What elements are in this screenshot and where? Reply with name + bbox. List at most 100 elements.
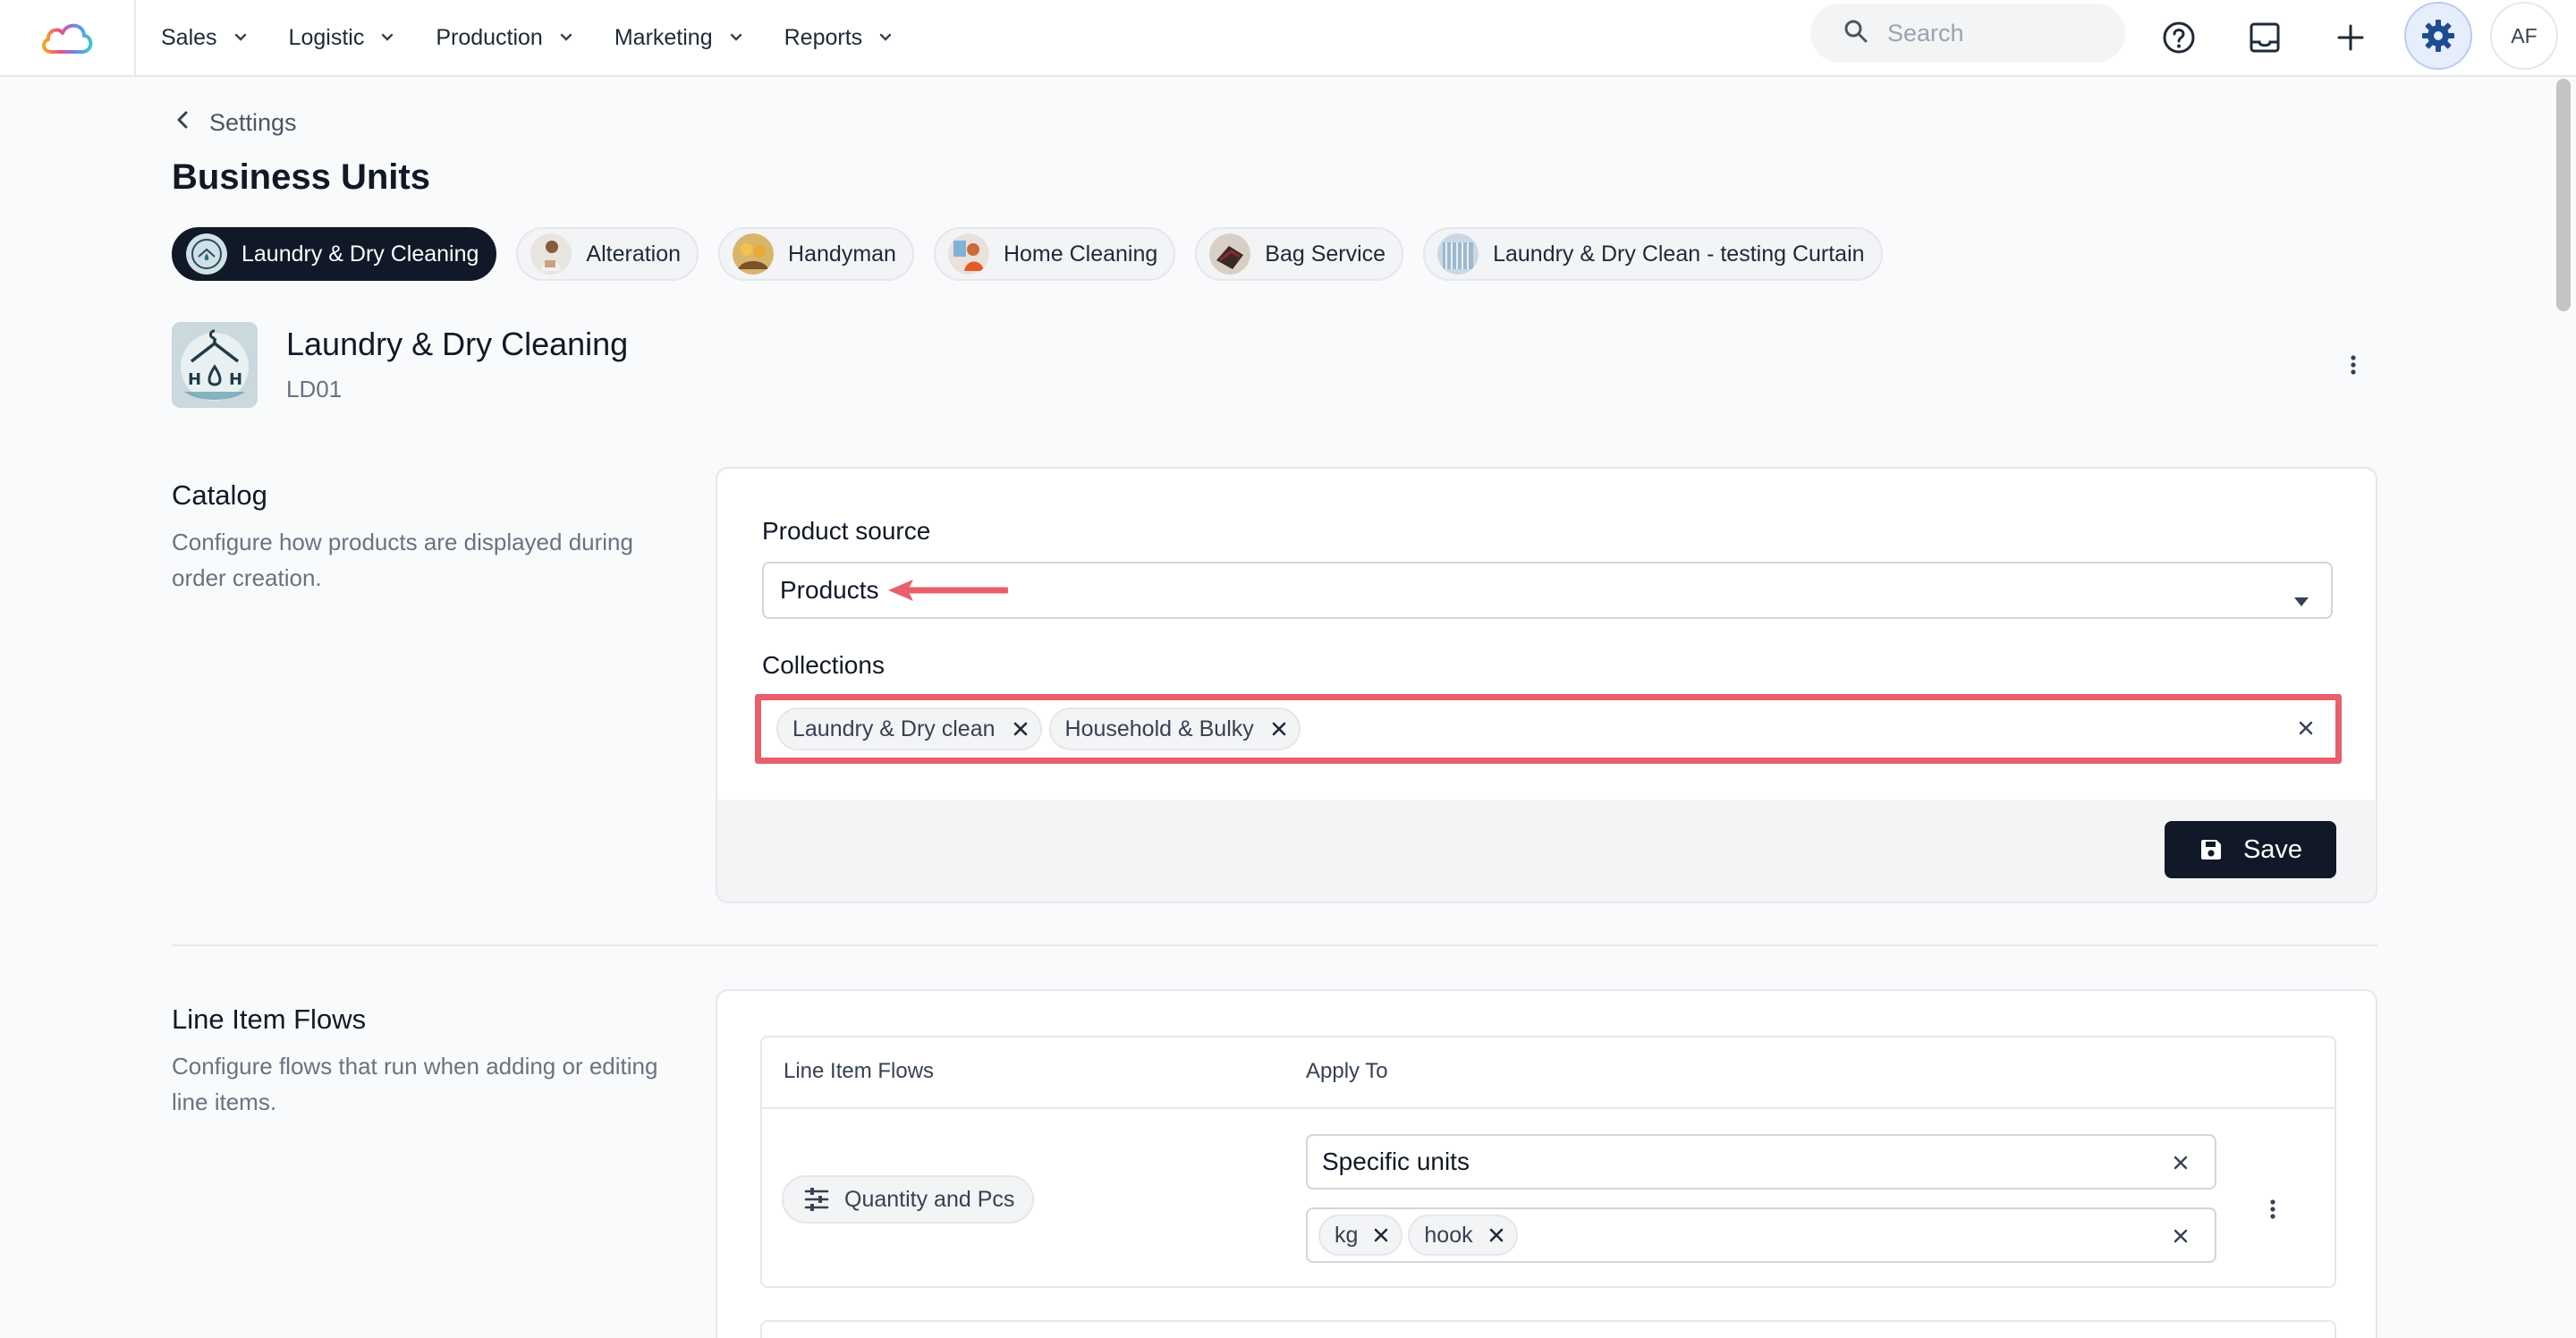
- search-input[interactable]: [1887, 19, 2102, 47]
- handyman-unit-avatar: [733, 233, 775, 275]
- bag-service-unit-avatar: [1209, 233, 1251, 275]
- remove-chip-icon[interactable]: [1270, 720, 1288, 738]
- unit-tab-label: Home Cleaning: [1003, 241, 1158, 267]
- business-unit-name: Laundry & Dry Cleaning: [286, 326, 629, 362]
- nav-label: Sales: [161, 24, 217, 50]
- chevron-down-icon: [232, 29, 250, 47]
- catalog-card: Product source Products Collections Laun…: [716, 467, 2377, 903]
- chip-label: hook: [1424, 1222, 1473, 1248]
- curtain-unit-avatar: [1437, 233, 1479, 275]
- svg-text:H: H: [188, 370, 201, 389]
- collection-chip: Laundry & Dry clean: [776, 707, 1042, 750]
- unit-tab-label: Bag Service: [1265, 241, 1386, 267]
- nav-sales[interactable]: Sales: [161, 25, 250, 51]
- nav-marketing[interactable]: Marketing: [614, 25, 745, 51]
- column-header-flows: Line Item Flows: [784, 1059, 935, 1083]
- page-title: Business Units: [172, 157, 430, 197]
- flow-label: Quantity and Pcs: [844, 1186, 1015, 1212]
- next-table-top-edge: [760, 1320, 2336, 1338]
- svg-text:H: H: [229, 370, 242, 389]
- unit-tab-label: Laundry & Dry Clean - testing Curtain: [1493, 241, 1865, 267]
- unit-tab-bag-service[interactable]: Bag Service: [1195, 227, 1404, 281]
- unit-tab-label: Alteration: [586, 241, 682, 267]
- unit-more-options-button[interactable]: [2340, 347, 2367, 383]
- nav-production[interactable]: Production: [436, 25, 575, 51]
- save-button[interactable]: Save: [2165, 821, 2336, 878]
- nav-logistic[interactable]: Logistic: [289, 25, 397, 51]
- unit-chip: hook: [1408, 1215, 1518, 1256]
- clear-icon[interactable]: [2172, 1154, 2190, 1172]
- flow-pill-quantity-pcs[interactable]: Quantity and Pcs: [782, 1175, 1035, 1224]
- unit-tab-handyman[interactable]: Handyman: [718, 227, 914, 281]
- collections-multiselect[interactable]: Laundry & Dry clean Household & Bulky: [762, 701, 2333, 757]
- add-button[interactable]: [2326, 13, 2376, 63]
- line-item-flows-card: Line Item Flows Apply To Quantity and Pc…: [716, 989, 2377, 1338]
- help-circle-icon: [2163, 21, 2195, 54]
- settings-button[interactable]: [2404, 2, 2472, 70]
- unit-tab-laundry-dry-cleaning[interactable]: Laundry & Dry Cleaning: [172, 227, 497, 281]
- unit-tab-alteration[interactable]: Alteration: [516, 227, 699, 281]
- chevron-down-icon: [557, 29, 575, 47]
- remove-chip-icon[interactable]: [1372, 1226, 1390, 1244]
- clear-all-icon[interactable]: [2297, 719, 2315, 737]
- save-button-label: Save: [2242, 834, 2303, 864]
- apply-to-select[interactable]: Specific units: [1306, 1134, 2216, 1190]
- catalog-card-footer: Save: [717, 800, 2376, 902]
- chevron-down-icon: [378, 29, 396, 47]
- inbox-icon: [2250, 22, 2280, 53]
- chip-label: kg: [1335, 1222, 1359, 1248]
- chevron-left-icon: [175, 109, 190, 137]
- search-icon: [1843, 18, 1869, 49]
- clear-icon[interactable]: [2172, 1227, 2190, 1245]
- nav-label: Marketing: [614, 24, 713, 50]
- line-item-flows-section-description: Configure flows that run when adding or …: [172, 1053, 658, 1115]
- more-vertical-icon: [2270, 1199, 2275, 1219]
- collections-label: Collections: [762, 651, 885, 679]
- nav-label: Reports: [784, 24, 863, 50]
- row-more-options-button[interactable]: [2259, 1191, 2286, 1227]
- product-source-select[interactable]: Products: [762, 562, 2333, 619]
- remove-chip-icon[interactable]: [1012, 720, 1030, 738]
- laundry-unit-avatar: [186, 233, 227, 275]
- line-item-flows-section-title: Line Item Flows: [172, 1004, 367, 1035]
- remove-chip-icon[interactable]: [1487, 1226, 1505, 1244]
- more-vertical-icon: [2351, 355, 2356, 375]
- main-menu: Sales Logistic Production Marketing Repo…: [161, 0, 934, 75]
- business-unit-logo: H H: [172, 322, 258, 408]
- cloud-logo-icon: [42, 23, 93, 54]
- nav-label: Production: [436, 24, 543, 50]
- scrollbar-thumb[interactable]: [2556, 79, 2571, 311]
- chip-label: Laundry & Dry clean: [792, 716, 996, 741]
- app-logo[interactable]: [0, 0, 136, 75]
- chip-label: Household & Bulky: [1064, 716, 1254, 741]
- floppy-disk-icon: [2200, 840, 2221, 860]
- business-unit-code: LD01: [286, 376, 343, 402]
- user-avatar[interactable]: AF: [2490, 2, 2558, 70]
- catalog-section-title: Catalog: [172, 479, 267, 511]
- unit-chip: kg: [1318, 1215, 1403, 1256]
- unit-tab-home-cleaning[interactable]: Home Cleaning: [933, 227, 1176, 281]
- unit-tab-label: Handyman: [788, 241, 896, 267]
- unit-tab-laundry-testing-curtain[interactable]: Laundry & Dry Clean - testing Curtain: [1423, 227, 1883, 281]
- inbox-button[interactable]: [2240, 13, 2290, 63]
- table-header: Line Item Flows Apply To: [762, 1037, 2334, 1109]
- annotation-arrow-icon: [887, 580, 1008, 601]
- breadcrumb-label: Settings: [209, 109, 297, 136]
- gear-icon: [2422, 20, 2454, 52]
- chevron-down-icon: [877, 29, 894, 47]
- home-cleaning-unit-avatar: [947, 233, 989, 275]
- back-to-settings-link[interactable]: Settings: [175, 109, 297, 137]
- unit-tab-label: Laundry & Dry Cleaning: [242, 241, 479, 267]
- column-header-apply-to: Apply To: [1306, 1059, 1388, 1083]
- search-box[interactable]: [1810, 4, 2125, 63]
- section-divider: [172, 944, 2377, 946]
- avatar-initials: AF: [2511, 23, 2538, 47]
- units-multiselect[interactable]: kg hook: [1306, 1207, 2216, 1263]
- top-navigation-bar: Sales Logistic Production Marketing Repo…: [0, 0, 2576, 77]
- alteration-unit-avatar: [530, 233, 572, 275]
- line-item-flows-table: Line Item Flows Apply To Quantity and Pc…: [760, 1036, 2336, 1288]
- caret-down-icon: [2293, 585, 2309, 614]
- help-button[interactable]: [2154, 13, 2204, 63]
- nav-reports[interactable]: Reports: [784, 25, 895, 51]
- product-source-value: Products: [780, 576, 879, 604]
